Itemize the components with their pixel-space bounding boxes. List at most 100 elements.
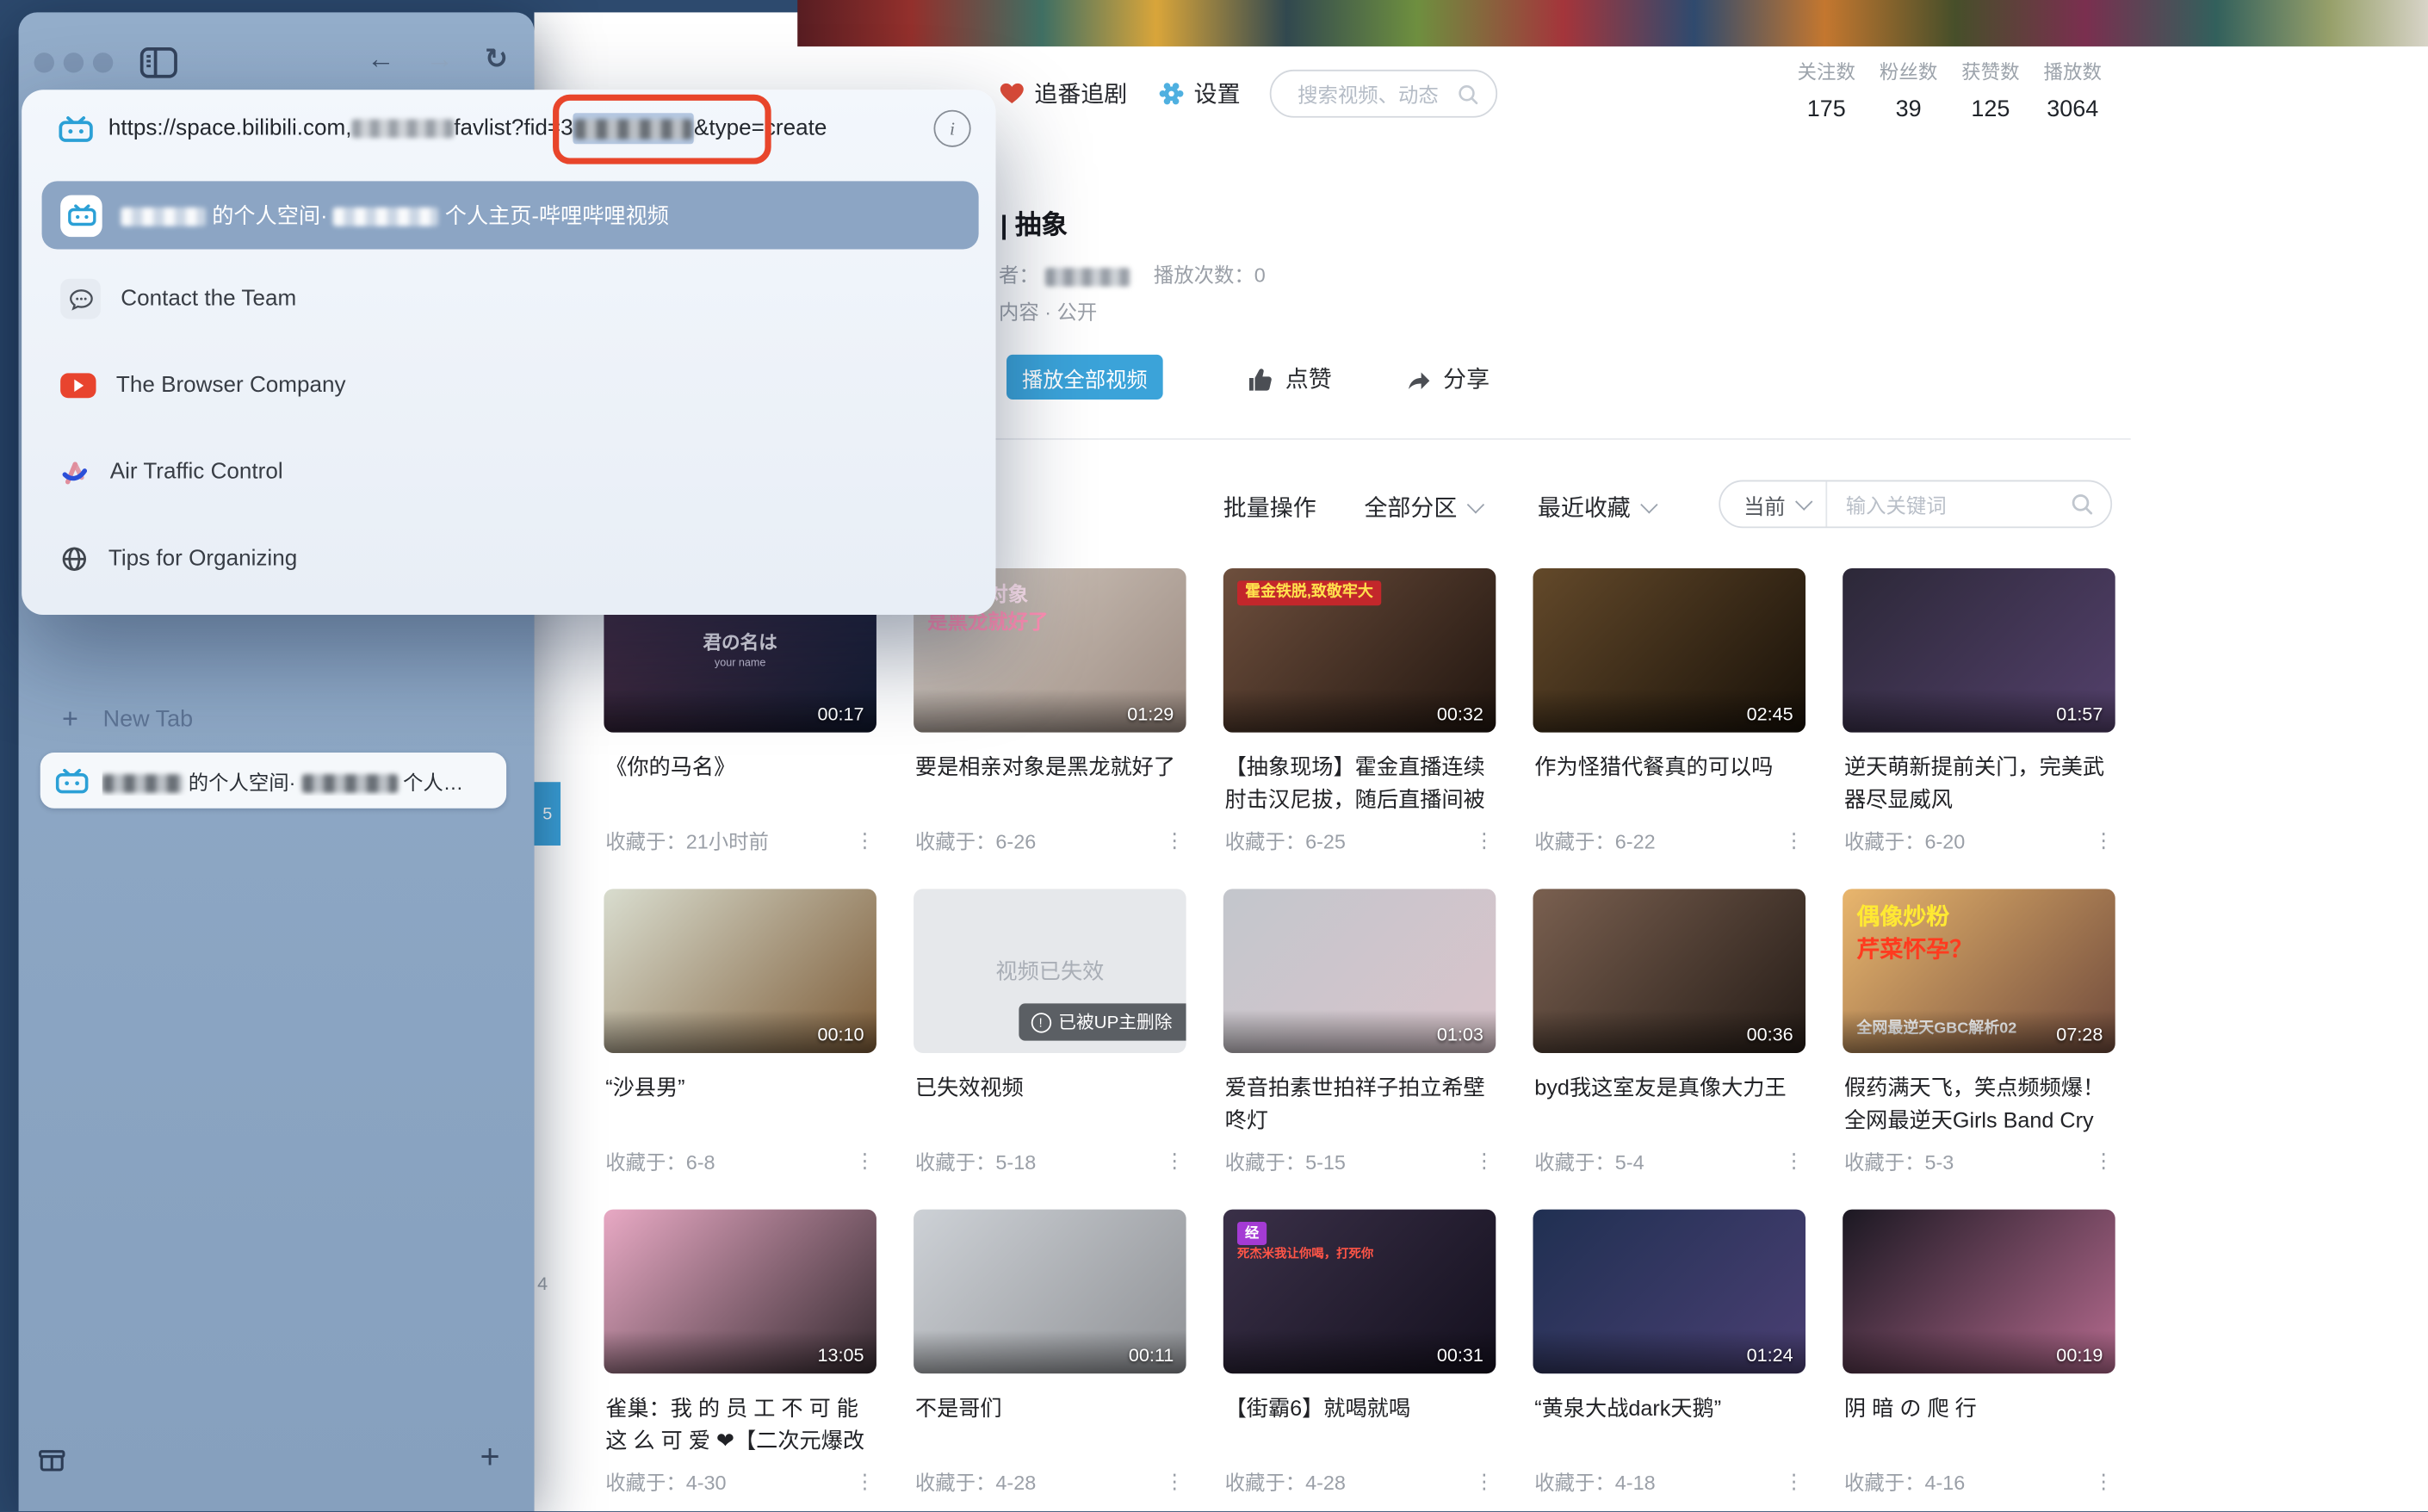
video-card[interactable]: 01:57逆天萌新提前关门，完美武器尽显威风收藏于：6-20⋮ [1843,568,2115,871]
video-thumbnail[interactable]: 02:45 [1533,568,1806,733]
nav-bangumi[interactable]: 追番追剧 [999,77,1127,110]
site-search-input[interactable]: 搜索视频、动态 [1270,70,1497,118]
video-card[interactable]: 00:10“沙县男”收藏于：6-8⋮ [604,889,876,1192]
stat-3[interactable]: 播放数3064 [2040,56,2106,122]
more-menu-icon[interactable]: ⋮ [1474,1149,1494,1174]
video-title[interactable]: byd我这室友是真像大力王 [1534,1072,1804,1105]
video-thumbnail[interactable]: 01:57 [1843,568,2115,733]
stat-0[interactable]: 关注数175 [1793,56,1860,122]
reload-button[interactable]: ↻ [485,43,508,76]
video-card[interactable]: 00:19阴 暗 の 爬 行收藏于：4-16⋮ [1843,1210,2115,1512]
video-thumbnail[interactable]: 经死杰米我让你喝，打死你00:31 [1223,1210,1496,1374]
share-button[interactable]: 分享 [1404,363,1490,395]
suggestion-item[interactable]: Contact the Team [42,265,979,333]
more-menu-icon[interactable]: ⋮ [1784,827,1804,852]
video-thumbnail[interactable]: 01:24 [1533,1210,1806,1374]
video-card[interactable]: 01:24 “黄泉大战dark天鹅” 收藏于：4-18 ⋮ [1533,1210,1806,1512]
video-title[interactable]: 《你的马名》 [605,751,875,784]
video-title[interactable]: 爱音拍素世拍祥子拍立希壁咚灯 [1225,1072,1495,1137]
video-title[interactable]: 作为怪猎代餐真的可以吗 [1534,751,1804,784]
search-icon[interactable] [2069,491,2096,517]
video-card[interactable]: 00:11不是哥们收藏于：4-28⋮ [914,1210,1186,1512]
video-title[interactable]: 【街霸6】就喝就喝 [1225,1392,1495,1425]
archive-box-icon[interactable] [37,1445,66,1474]
arc-icon [60,457,90,486]
video-thumbnail[interactable]: 01:03 [1223,889,1496,1053]
more-menu-icon[interactable]: ⋮ [855,827,875,852]
video-thumbnail[interactable]: 00:36 [1533,889,1806,1053]
suggestion-item[interactable]: Air Traffic Control [42,438,979,506]
more-menu-icon[interactable]: ⋮ [2094,827,2114,852]
video-title[interactable]: “沙县男” [605,1072,875,1105]
batch-actions-button[interactable]: 批量操作 [1223,491,1316,524]
more-menu-icon[interactable]: ⋮ [855,1469,875,1494]
video-card[interactable]: 13:05雀巢：我 的 员 工 不 可 能 这 么 可 爱 ❤【二次元爆改收藏于… [604,1210,876,1512]
traffic-close-button[interactable] [34,53,54,72]
new-tab-button[interactable]: + New Tab [62,703,193,736]
video-thumbnail[interactable]: 00:11 [914,1210,1186,1374]
suggestion-selected[interactable]: 的个人空间· 个人主页-哔哩哔哩视频 [42,181,979,249]
suggestion-item[interactable]: Tips for Organizing [42,525,979,593]
video-card[interactable]: 偶像炒粉芹菜怀孕？全网最逆天GBC解析0207:28 假药满天飞，笑点频频爆！全网… [1843,889,2115,1192]
more-menu-icon[interactable]: ⋮ [1474,827,1494,852]
active-tab[interactable]: 的个人空间· 个人… [40,753,506,809]
stat-1[interactable]: 粉丝数39 [1875,56,1942,122]
video-thumbnail[interactable]: 偶像炒粉芹菜怀孕？全网最逆天GBC解析0207:28 [1843,889,2115,1053]
traffic-minimize-button[interactable] [64,53,84,72]
play-all-button[interactable]: 播放全部视频 [1007,355,1163,400]
video-thumbnail[interactable]: 霍金铁脱,致敬牢大00:32 [1223,568,1496,733]
sort-dropdown[interactable]: 最近收藏 [1538,491,1656,524]
info-icon[interactable]: i [933,110,970,147]
more-menu-icon[interactable]: ⋮ [1784,1469,1804,1494]
video-card[interactable]: 00:36 byd我这室友是真像大力王收藏于：5-4 ⋮ [1533,889,1806,1192]
keyword-input[interactable]: 输入关键词 [1827,489,2069,518]
traffic-zoom-button[interactable] [93,53,113,72]
video-title[interactable]: 要是相亲对象是黑龙就好了 [915,751,1185,784]
forward-button[interactable]: → [426,43,454,76]
favorited-date: 收藏于：5-4 [1534,1146,1644,1175]
category-dropdown[interactable]: 全部分区 [1364,491,1482,524]
more-menu-icon[interactable]: ⋮ [2094,1469,2114,1494]
video-title[interactable]: 已失效视频 [915,1072,1185,1105]
nav-settings-label: 设置 [1194,77,1241,110]
video-title[interactable]: “黄泉大战dark天鹅” [1534,1392,1804,1425]
video-thumbnail[interactable]: 视频已失效!已被UP主删除 [914,889,1186,1053]
back-button[interactable]: ← [367,43,394,76]
video-title[interactable]: 不是哥们 [915,1392,1185,1425]
more-menu-icon[interactable]: ⋮ [1164,827,1184,852]
folder-list-selected-sliver[interactable]: 5 [534,782,561,846]
more-menu-icon[interactable]: ⋮ [1784,1149,1804,1174]
favorited-date: 收藏于：21小时前 [605,826,769,855]
duration-badge: 00:19 [2056,1344,2103,1366]
scope-dropdown[interactable]: 当前 [1720,488,1825,519]
video-thumbnail[interactable]: 00:10 [604,889,876,1053]
video-title[interactable]: 阴 暗 の 爬 行 [1844,1392,2114,1425]
url-bar[interactable]: https://space.bilibili.com,favlist?fid=3… [22,90,995,167]
video-card[interactable]: 经死杰米我让你喝，打死你00:31【街霸6】就喝就喝收藏于：4-28⋮ [1223,1210,1496,1512]
chevron-down-icon [1467,496,1484,513]
video-card[interactable]: 01:03爱音拍素世拍祥子拍立希壁咚灯收藏于：5-15⋮ [1223,889,1496,1192]
favorited-date: 收藏于：4-18 [1534,1466,1655,1496]
more-menu-icon[interactable]: ⋮ [1164,1149,1184,1174]
video-card[interactable]: 视频已失效!已被UP主删除已失效视频收藏于：5-18⋮ [914,889,1186,1192]
video-card[interactable]: 02:45作为怪猎代餐真的可以吗收藏于：6-22⋮ [1533,568,1806,871]
thumbnail-overlay-text: 偶像炒粉 [1856,902,1949,934]
video-title[interactable]: 假药满天飞，笑点频频爆！全网最逆天Girls Band Cry解析 [1844,1072,2114,1138]
more-menu-icon[interactable]: ⋮ [2094,1149,2114,1174]
like-button[interactable]: 点赞 [1247,363,1332,395]
more-menu-icon[interactable]: ⋮ [1474,1469,1494,1494]
sidebar-toggle-icon[interactable] [139,46,178,79]
video-title[interactable]: 雀巢：我 的 员 工 不 可 能 这 么 可 爱 ❤【二次元爆改 [605,1392,875,1458]
video-card[interactable]: 霍金铁脱,致敬牢大00:32【抽象现场】霍金直播连续肘击汉尼拔，随后直播间被封收… [1223,568,1496,871]
stat-2[interactable]: 获赞数125 [1957,56,2023,122]
more-menu-icon[interactable]: ⋮ [1164,1469,1184,1494]
thumbs-up-icon [1247,365,1274,393]
video-title[interactable]: 【抽象现场】霍金直播连续肘击汉尼拔，随后直播间被封 [1225,751,1495,817]
nav-settings[interactable]: 设置 [1158,77,1240,110]
video-thumbnail[interactable]: 13:05 [604,1210,876,1374]
video-title[interactable]: 逆天萌新提前关门，完美武器尽显威风 [1844,751,2114,816]
new-item-plus-icon[interactable]: + [480,1437,500,1478]
suggestion-item[interactable]: The Browser Company [42,351,979,419]
video-thumbnail[interactable]: 00:19 [1843,1210,2115,1374]
more-menu-icon[interactable]: ⋮ [855,1149,875,1174]
